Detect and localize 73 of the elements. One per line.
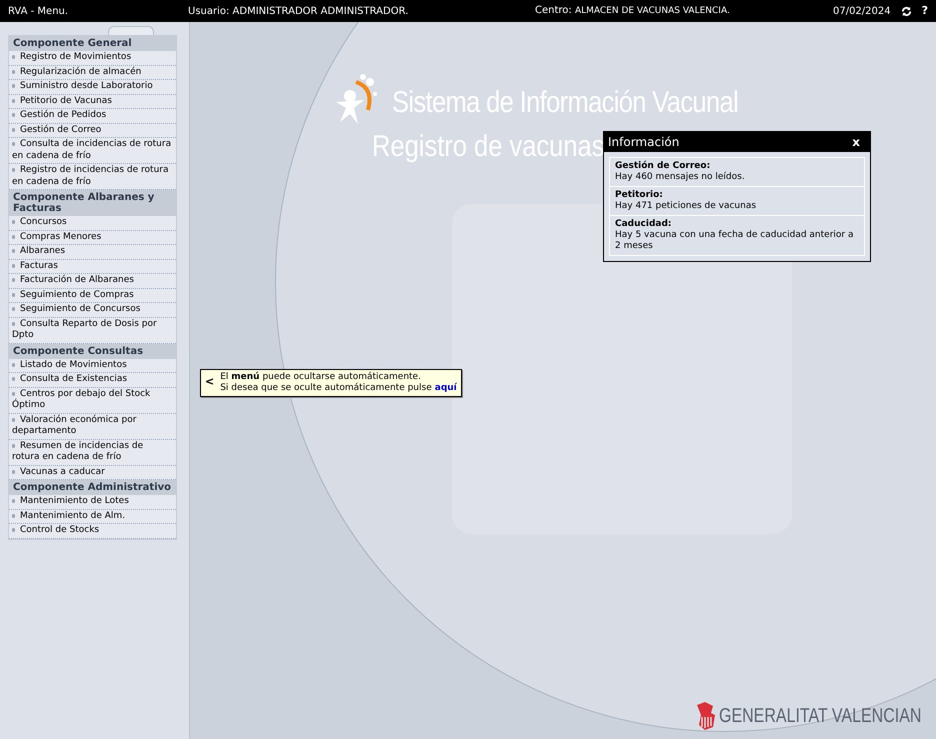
menu-section-header: Componente Albaranes y Facturas — [9, 190, 176, 216]
bullet-icon — [12, 322, 15, 326]
tooltip-text: El menú puede ocultarse automáticamente. — [220, 372, 422, 382]
bullet-icon — [12, 84, 15, 88]
help-button[interactable]: ? — [922, 2, 928, 20]
menu-item[interactable]: Resumen de incidencias de rotura en cadena de frío — [12, 440, 173, 464]
refresh-icon[interactable] — [900, 6, 912, 16]
bullet-icon — [12, 418, 15, 422]
here-link[interactable]: aquí — [434, 383, 457, 394]
menu-section-header: Componente Administrativo — [9, 480, 176, 495]
bullet-icon — [12, 128, 15, 132]
bullet-icon — [12, 499, 15, 503]
menu-item[interactable]: Albaranes — [12, 246, 173, 258]
dialog-title: Información — [608, 134, 680, 151]
bullet-icon — [12, 220, 15, 224]
tooltip-arrow: < — [205, 376, 214, 387]
menu-item[interactable]: Seguimiento de Concursos — [12, 304, 173, 316]
menu-item[interactable]: Gestión de Correo — [12, 124, 173, 136]
menu-item[interactable]: Suministro desde Laboratorio — [12, 81, 173, 92]
menu-item[interactable]: Registro de incidencias de rotura en cadena de frío — [12, 165, 173, 188]
menu-item[interactable]: Consulta Reparto de Dosis por Dpto — [12, 318, 173, 342]
bullet-icon — [12, 70, 15, 74]
bullet-icon — [12, 168, 15, 172]
menu-item[interactable]: Consulta de incidencias de rotura en cadena de frío — [12, 139, 173, 162]
menu-item[interactable]: Facturación de Albaranes — [12, 275, 173, 286]
menu-section-header: Componente General — [9, 36, 176, 51]
info-text: Hay 5 vacuna con una fecha de caducidad anterior a 2 meses — [615, 230, 854, 252]
bullet-icon — [12, 142, 15, 146]
bullet-icon — [12, 249, 15, 253]
center-info: Centro: ALMACEN DE VACUNAS VALENCIA. — [535, 4, 731, 18]
menu-item[interactable]: Listado de Movimientos — [12, 360, 173, 371]
bullet-icon — [12, 514, 15, 518]
info-heading: Petitorio: — [615, 190, 664, 201]
footer-logo-text: GENERALITAT VALENCIAN — [718, 704, 922, 729]
bullet-icon — [12, 470, 15, 474]
bullet-icon — [12, 444, 15, 448]
menu-item[interactable]: Registro de Movimientos — [12, 52, 173, 64]
bullet-icon — [12, 113, 15, 117]
menu-item[interactable]: Consulta de Existencias — [12, 374, 173, 386]
info-heading: Caducidad: — [615, 219, 673, 230]
date-text: 07/02/2024 — [832, 4, 891, 18]
menu-item[interactable]: Petitorio de Vacunas — [12, 96, 173, 107]
bullet-icon — [12, 292, 15, 296]
menu-item[interactable]: Mantenimiento de Lotes — [12, 496, 173, 508]
menu-item[interactable]: Concursos — [12, 217, 173, 228]
menu-item[interactable]: Centros por debajo del Stock Óptimo — [12, 388, 173, 412]
info-text: Hay 460 mensajes no leídos. — [615, 172, 746, 183]
menu-item[interactable]: Seguimiento de Compras — [12, 290, 173, 301]
bullet-icon — [12, 264, 15, 268]
bullet-icon — [12, 98, 15, 102]
bullet-icon — [12, 278, 15, 282]
info-heading: Gestión de Correo: — [615, 161, 712, 172]
menu-item[interactable]: Control de Stocks — [12, 525, 173, 536]
menu-item[interactable]: Mantenimiento de Alm. — [12, 510, 173, 522]
menu-item[interactable]: Valoración económica por departamento — [12, 414, 173, 438]
menu-item[interactable]: Gestión de Pedidos — [12, 110, 173, 122]
menu-section-header: Componente Consultas — [9, 344, 176, 358]
tooltip-text: Si desea que se oculte automáticamente pulse — [220, 383, 432, 394]
bullet-icon — [12, 55, 15, 59]
bullet-icon — [12, 392, 15, 396]
menu-item[interactable]: Regularización de almacén — [12, 66, 173, 78]
menu-item[interactable]: Facturas — [12, 260, 173, 272]
bullet-icon — [12, 362, 15, 366]
close-button[interactable]: x — [852, 133, 860, 151]
bullet-icon — [12, 307, 15, 311]
bullet-icon — [12, 377, 15, 381]
user-info: Usuario: ADMINISTRADOR ADMINISTRADOR. — [188, 4, 410, 18]
bullet-icon — [12, 234, 15, 238]
menu-item[interactable]: Compras Menores — [12, 232, 173, 243]
bullet-icon — [12, 528, 15, 532]
menu-item[interactable]: Vacunas a caducar — [12, 466, 173, 478]
app-title: RVA - Menu. — [8, 4, 70, 18]
info-text: Hay 471 peticiones de vacunas — [615, 201, 758, 212]
